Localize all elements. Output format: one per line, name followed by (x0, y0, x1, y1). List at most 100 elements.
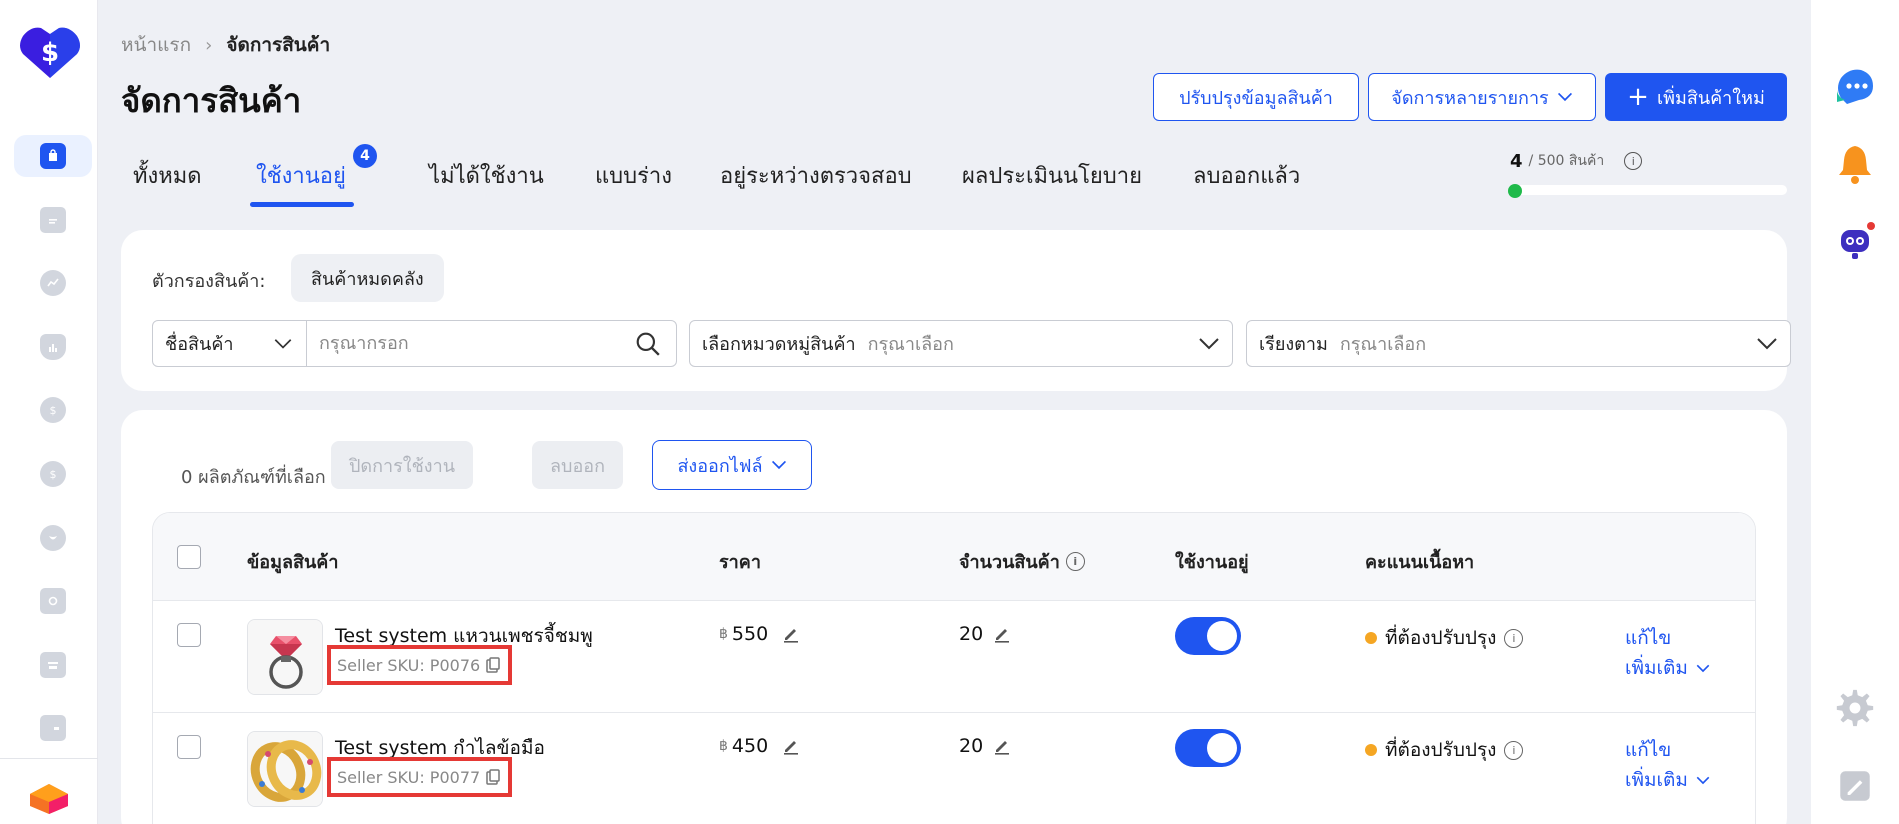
nav-growth[interactable] (14, 517, 92, 559)
product-quota: 4 / 500 สินค้า i (1510, 150, 1643, 172)
row-checkbox[interactable] (177, 623, 201, 647)
edit-link[interactable]: แก้ไข (1625, 623, 1671, 653)
product-list-panel: 0 ผลิตภัณฑ์ที่เลือก ปิดการใช้งาน ลบออก ส… (121, 410, 1787, 824)
pencil-icon[interactable] (993, 625, 1011, 643)
sort-select[interactable]: เรียงตาม กรุณาเลือก (1246, 320, 1791, 367)
filter-panel: ตัวกรองสินค้า: สินค้าหมดคลัง ชื่อสินค้า … (121, 230, 1791, 391)
table-row: Test system กำไลข้อมือ Seller SKU: P0077… (153, 713, 1755, 824)
leaf-icon (40, 525, 66, 551)
active-tab-indicator (250, 202, 354, 207)
info-icon[interactable]: i (1624, 152, 1643, 170)
chevron-down-icon (1757, 337, 1777, 349)
search-icon[interactable] (635, 331, 661, 357)
nav-wallet[interactable] (14, 707, 92, 749)
category-select[interactable]: เลือกหมวดหมู่สินค้า กรุณาเลือก (689, 320, 1233, 367)
price-cell: ฿ 550 (719, 623, 800, 645)
quota-count: 4 (1510, 150, 1523, 172)
tab-inactive[interactable]: ไม่ได้ใช้งาน (429, 158, 544, 193)
add-product-label: เพิ่มสินค้าใหม่ (1656, 87, 1765, 109)
delete-button[interactable]: ลบออก (532, 441, 623, 489)
lazada-logo[interactable] (28, 780, 70, 816)
copy-icon[interactable] (486, 657, 500, 673)
bulk-manage-button[interactable]: จัดการหลายรายการ (1368, 73, 1596, 121)
ring-icon (248, 620, 322, 694)
warning-dot (1365, 744, 1377, 756)
select-all-checkbox[interactable] (177, 545, 201, 569)
nav-marketing[interactable] (14, 262, 92, 304)
quantity-value: 20 (959, 623, 984, 645)
currency-symbol: ฿ (719, 738, 728, 754)
info-icon[interactable]: i (1504, 628, 1524, 648)
nav-analytics[interactable] (14, 326, 92, 368)
more-actions-dropdown[interactable]: เพิ่มเติม (1625, 765, 1710, 795)
quota-progress-bar (1510, 185, 1787, 195)
nav-payments[interactable]: $ (14, 453, 92, 495)
row-checkbox[interactable] (177, 735, 201, 759)
product-thumbnail[interactable] (247, 731, 323, 807)
bell-icon[interactable] (1833, 142, 1877, 186)
pencil-icon[interactable] (782, 737, 800, 755)
document-icon (40, 207, 66, 233)
header-price: ราคา (719, 552, 761, 573)
dollar-circle-icon: $ (40, 461, 66, 487)
chevron-right-icon: › (205, 34, 213, 56)
breadcrumb-home[interactable]: หน้าแรก (121, 30, 191, 60)
header-active: ใช้งานอยู่ (1175, 552, 1249, 573)
header-quantity-label: จำนวนสินค้า (959, 552, 1060, 573)
nav-orders[interactable] (14, 199, 92, 241)
chevron-down-icon (275, 338, 292, 349)
nav-products[interactable] (14, 135, 92, 177)
nav-service[interactable] (14, 580, 92, 622)
tab-deleted[interactable]: ลบออกแล้ว (1193, 158, 1300, 193)
sort-placeholder: กรุณาเลือก (1339, 334, 1427, 355)
tab-pending-review[interactable]: อยู่ระหว่างตรวจสอบ (720, 158, 912, 193)
trend-icon (40, 270, 66, 296)
content-score-label: ที่ต้องปรับปรุง (1385, 627, 1497, 649)
tab-policy-review[interactable]: ผลประเมินนโยบาย (962, 158, 1142, 193)
search-input[interactable] (307, 321, 627, 366)
edit-link[interactable]: แก้ไข (1625, 735, 1671, 765)
gear-icon[interactable] (1833, 686, 1877, 730)
seller-center-logo[interactable]: $ (19, 24, 81, 80)
edit-note-icon[interactable] (1833, 764, 1877, 808)
more-actions-dropdown[interactable]: เพิ่มเติม (1625, 653, 1710, 683)
svg-text:$: $ (50, 468, 57, 481)
svg-text:$: $ (50, 404, 57, 417)
product-search-field: ชื่อสินค้า (152, 320, 677, 367)
export-button[interactable]: ส่งออกไฟล์ (652, 440, 812, 490)
header-product-info: ข้อมูลสินค้า (247, 552, 339, 573)
pencil-icon[interactable] (993, 737, 1011, 755)
header-quantity: จำนวนสินค้า i (959, 547, 1085, 576)
seller-sku: Seller SKU: P0076 (337, 655, 481, 675)
info-icon[interactable]: i (1504, 740, 1524, 760)
store-icon (40, 652, 66, 678)
tab-active[interactable]: ใช้งานอยู่ (256, 158, 346, 193)
add-product-button[interactable]: + เพิ่มสินค้าใหม่ (1605, 73, 1787, 121)
content-score-label: ที่ต้องปรับปรุง (1385, 739, 1497, 761)
filter-label: ตัวกรองสินค้า: (152, 271, 266, 292)
chevron-down-icon (1199, 337, 1219, 349)
active-toggle[interactable] (1175, 729, 1241, 767)
copy-icon[interactable] (486, 769, 500, 785)
product-table: ข้อมูลสินค้า ราคา จำนวนสินค้า i ใช้งานอย… (152, 512, 1756, 824)
nav-finance[interactable]: $ (14, 389, 92, 431)
deactivate-button[interactable]: ปิดการใช้งาน (331, 441, 473, 489)
seller-sku: Seller SKU: P0077 (337, 767, 481, 787)
chat-icon[interactable] (1833, 64, 1877, 108)
quantity-cell: 20 (959, 735, 1011, 757)
update-product-info-label: ปรับปรุงข้อมูลสินค้า (1179, 87, 1333, 109)
tab-all[interactable]: ทั้งหมด (133, 158, 202, 193)
nav-store[interactable] (14, 644, 92, 686)
pencil-icon[interactable] (782, 625, 800, 643)
table-header: ข้อมูลสินค้า ราคา จำนวนสินค้า i ใช้งานอย… (153, 513, 1755, 601)
right-sidebar (1811, 0, 1899, 824)
tab-draft[interactable]: แบบร่าง (595, 158, 672, 193)
price-value: 550 (731, 623, 769, 645)
active-toggle[interactable] (1175, 617, 1241, 655)
out-of-stock-filter-chip[interactable]: สินค้าหมดคลัง (291, 254, 444, 302)
product-thumbnail[interactable] (247, 619, 323, 695)
info-icon[interactable]: i (1065, 552, 1085, 571)
update-product-info-button[interactable]: ปรับปรุงข้อมูลสินค้า (1153, 73, 1359, 121)
assistant-bot-icon[interactable] (1833, 220, 1877, 264)
search-type-select[interactable]: ชื่อสินค้า (153, 321, 307, 366)
